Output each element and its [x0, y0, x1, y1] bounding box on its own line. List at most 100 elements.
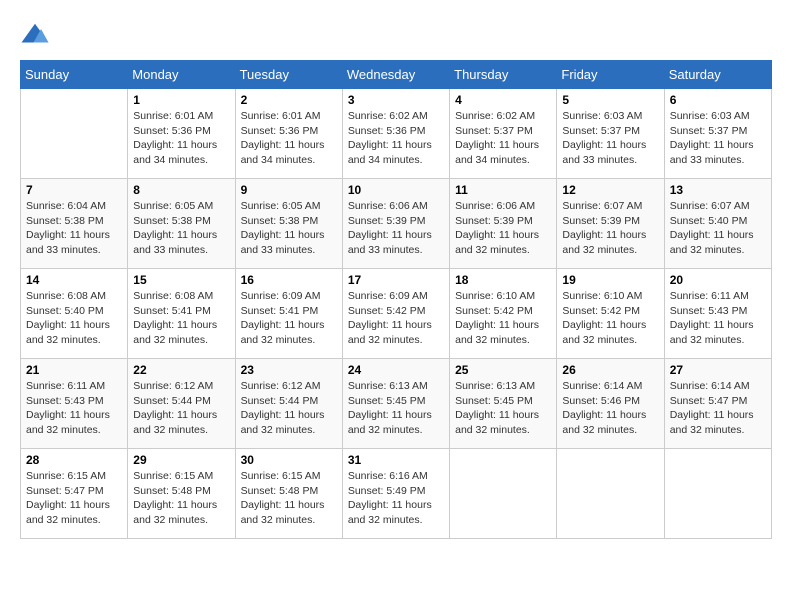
day-header-tuesday: Tuesday: [235, 61, 342, 89]
days-header-row: SundayMondayTuesdayWednesdayThursdayFrid…: [21, 61, 772, 89]
calendar-cell: 12 Sunrise: 6:07 AMSunset: 5:39 PMDayligh…: [557, 179, 664, 269]
calendar-cell: 20 Sunrise: 6:11 AMSunset: 5:43 PMDayligh…: [664, 269, 771, 359]
calendar-table: SundayMondayTuesdayWednesdayThursdayFrid…: [20, 60, 772, 539]
day-number: 11: [455, 183, 551, 197]
calendar-cell: 6 Sunrise: 6:03 AMSunset: 5:37 PMDaylight…: [664, 89, 771, 179]
day-number: 14: [26, 273, 122, 287]
calendar-cell: 29Sunrise: 6:15 AMSunset: 5:48 PMDayligh…: [128, 449, 235, 539]
calendar-cell: 27 Sunrise: 6:14 AMSunset: 5:47 PMDayligh…: [664, 359, 771, 449]
day-info: Sunrise: 6:08 AMSunset: 5:40 PMDaylight:…: [26, 289, 122, 348]
day-header-monday: Monday: [128, 61, 235, 89]
day-number: 13: [670, 183, 766, 197]
calendar-cell: 26Sunrise: 6:14 AMSunset: 5:46 PMDayligh…: [557, 359, 664, 449]
day-info: Sunrise: 6:01 AMSunset: 5:36 PMDaylight:…: [133, 109, 229, 168]
calendar-cell: 14 Sunrise: 6:08 AMSunset: 5:40 PMDayligh…: [21, 269, 128, 359]
day-info: Sunrise: 6:10 AMSunset: 5:42 PMDaylight:…: [562, 289, 658, 348]
calendar-cell: 17Sunrise: 6:09 AMSunset: 5:42 PMDayligh…: [342, 269, 449, 359]
calendar-week-2: 7Sunrise: 6:04 AMSunset: 5:38 PMDaylight…: [21, 179, 772, 269]
calendar-cell: [450, 449, 557, 539]
day-number: 5: [562, 93, 658, 107]
calendar-week-5: 28 Sunrise: 6:15 AMSunset: 5:47 PMDayligh…: [21, 449, 772, 539]
day-info: Sunrise: 6:04 AMSunset: 5:38 PMDaylight:…: [26, 199, 122, 258]
day-number: 10: [348, 183, 444, 197]
calendar-cell: 2 Sunrise: 6:01 AMSunset: 5:36 PMDaylight…: [235, 89, 342, 179]
day-info: Sunrise: 6:10 AMSunset: 5:42 PMDaylight:…: [455, 289, 551, 348]
day-info: Sunrise: 6:06 AMSunset: 5:39 PMDaylight:…: [455, 199, 551, 258]
calendar-cell: 3 Sunrise: 6:02 AMSunset: 5:36 PMDaylight…: [342, 89, 449, 179]
day-number: 2: [241, 93, 337, 107]
calendar-week-3: 14 Sunrise: 6:08 AMSunset: 5:40 PMDayligh…: [21, 269, 772, 359]
calendar-cell: 21 Sunrise: 6:11 AMSunset: 5:43 PMDayligh…: [21, 359, 128, 449]
calendar-cell: [21, 89, 128, 179]
calendar-cell: 25 Sunrise: 6:13 AMSunset: 5:45 PMDayligh…: [450, 359, 557, 449]
day-info: Sunrise: 6:09 AMSunset: 5:41 PMDaylight:…: [241, 289, 337, 348]
day-info: Sunrise: 6:01 AMSunset: 5:36 PMDaylight:…: [241, 109, 337, 168]
day-header-wednesday: Wednesday: [342, 61, 449, 89]
day-number: 9: [241, 183, 337, 197]
day-info: Sunrise: 6:06 AMSunset: 5:39 PMDaylight:…: [348, 199, 444, 258]
day-info: Sunrise: 6:07 AMSunset: 5:40 PMDaylight:…: [670, 199, 766, 258]
calendar-cell: 23 Sunrise: 6:12 AMSunset: 5:44 PMDayligh…: [235, 359, 342, 449]
day-info: Sunrise: 6:05 AMSunset: 5:38 PMDaylight:…: [133, 199, 229, 258]
day-number: 4: [455, 93, 551, 107]
day-number: 12: [562, 183, 658, 197]
day-number: 8: [133, 183, 229, 197]
day-number: 16: [241, 273, 337, 287]
day-number: 15: [133, 273, 229, 287]
day-number: 20: [670, 273, 766, 287]
day-number: 24: [348, 363, 444, 377]
calendar-week-4: 21 Sunrise: 6:11 AMSunset: 5:43 PMDayligh…: [21, 359, 772, 449]
calendar-cell: 24 Sunrise: 6:13 AMSunset: 5:45 PMDayligh…: [342, 359, 449, 449]
calendar-cell: 16 Sunrise: 6:09 AMSunset: 5:41 PMDayligh…: [235, 269, 342, 359]
day-info: Sunrise: 6:02 AMSunset: 5:37 PMDaylight:…: [455, 109, 551, 168]
day-info: Sunrise: 6:11 AMSunset: 5:43 PMDaylight:…: [670, 289, 766, 348]
calendar-cell: 30Sunrise: 6:15 AMSunset: 5:48 PMDayligh…: [235, 449, 342, 539]
day-header-friday: Friday: [557, 61, 664, 89]
calendar-cell: 11 Sunrise: 6:06 AMSunset: 5:39 PMDayligh…: [450, 179, 557, 269]
calendar-cell: [664, 449, 771, 539]
day-info: Sunrise: 6:05 AMSunset: 5:38 PMDaylight:…: [241, 199, 337, 258]
day-number: 31: [348, 453, 444, 467]
day-info: Sunrise: 6:09 AMSunset: 5:42 PMDaylight:…: [348, 289, 444, 348]
calendar-body: 1Sunrise: 6:01 AMSunset: 5:36 PMDaylight…: [21, 89, 772, 539]
calendar-cell: 15 Sunrise: 6:08 AMSunset: 5:41 PMDayligh…: [128, 269, 235, 359]
calendar-cell: 18 Sunrise: 6:10 AMSunset: 5:42 PMDayligh…: [450, 269, 557, 359]
calendar-cell: 4 Sunrise: 6:02 AMSunset: 5:37 PMDaylight…: [450, 89, 557, 179]
day-info: Sunrise: 6:14 AMSunset: 5:47 PMDaylight:…: [670, 379, 766, 438]
calendar-cell: 7Sunrise: 6:04 AMSunset: 5:38 PMDaylight…: [21, 179, 128, 269]
day-info: Sunrise: 6:16 AMSunset: 5:49 PMDaylight:…: [348, 469, 444, 528]
calendar-cell: 28 Sunrise: 6:15 AMSunset: 5:47 PMDayligh…: [21, 449, 128, 539]
day-info: Sunrise: 6:03 AMSunset: 5:37 PMDaylight:…: [670, 109, 766, 168]
day-number: 27: [670, 363, 766, 377]
day-number: 3: [348, 93, 444, 107]
day-info: Sunrise: 6:13 AMSunset: 5:45 PMDaylight:…: [455, 379, 551, 438]
day-number: 21: [26, 363, 122, 377]
calendar-cell: 1Sunrise: 6:01 AMSunset: 5:36 PMDaylight…: [128, 89, 235, 179]
logo: [20, 20, 54, 50]
calendar-cell: 22Sunrise: 6:12 AMSunset: 5:44 PMDayligh…: [128, 359, 235, 449]
day-number: 18: [455, 273, 551, 287]
day-info: Sunrise: 6:08 AMSunset: 5:41 PMDaylight:…: [133, 289, 229, 348]
day-number: 22: [133, 363, 229, 377]
day-info: Sunrise: 6:15 AMSunset: 5:47 PMDaylight:…: [26, 469, 122, 528]
day-info: Sunrise: 6:02 AMSunset: 5:36 PMDaylight:…: [348, 109, 444, 168]
calendar-cell: 13 Sunrise: 6:07 AMSunset: 5:40 PMDayligh…: [664, 179, 771, 269]
day-number: 25: [455, 363, 551, 377]
day-header-saturday: Saturday: [664, 61, 771, 89]
calendar-cell: 9 Sunrise: 6:05 AMSunset: 5:38 PMDaylight…: [235, 179, 342, 269]
day-header-sunday: Sunday: [21, 61, 128, 89]
day-info: Sunrise: 6:12 AMSunset: 5:44 PMDaylight:…: [241, 379, 337, 438]
day-number: 6: [670, 93, 766, 107]
day-info: Sunrise: 6:15 AMSunset: 5:48 PMDaylight:…: [133, 469, 229, 528]
day-info: Sunrise: 6:13 AMSunset: 5:45 PMDaylight:…: [348, 379, 444, 438]
day-info: Sunrise: 6:07 AMSunset: 5:39 PMDaylight:…: [562, 199, 658, 258]
day-info: Sunrise: 6:03 AMSunset: 5:37 PMDaylight:…: [562, 109, 658, 168]
day-number: 23: [241, 363, 337, 377]
day-header-thursday: Thursday: [450, 61, 557, 89]
day-info: Sunrise: 6:11 AMSunset: 5:43 PMDaylight:…: [26, 379, 122, 438]
calendar-cell: 8 Sunrise: 6:05 AMSunset: 5:38 PMDaylight…: [128, 179, 235, 269]
logo-icon: [20, 20, 50, 50]
calendar-week-1: 1Sunrise: 6:01 AMSunset: 5:36 PMDaylight…: [21, 89, 772, 179]
day-number: 19: [562, 273, 658, 287]
day-number: 28: [26, 453, 122, 467]
